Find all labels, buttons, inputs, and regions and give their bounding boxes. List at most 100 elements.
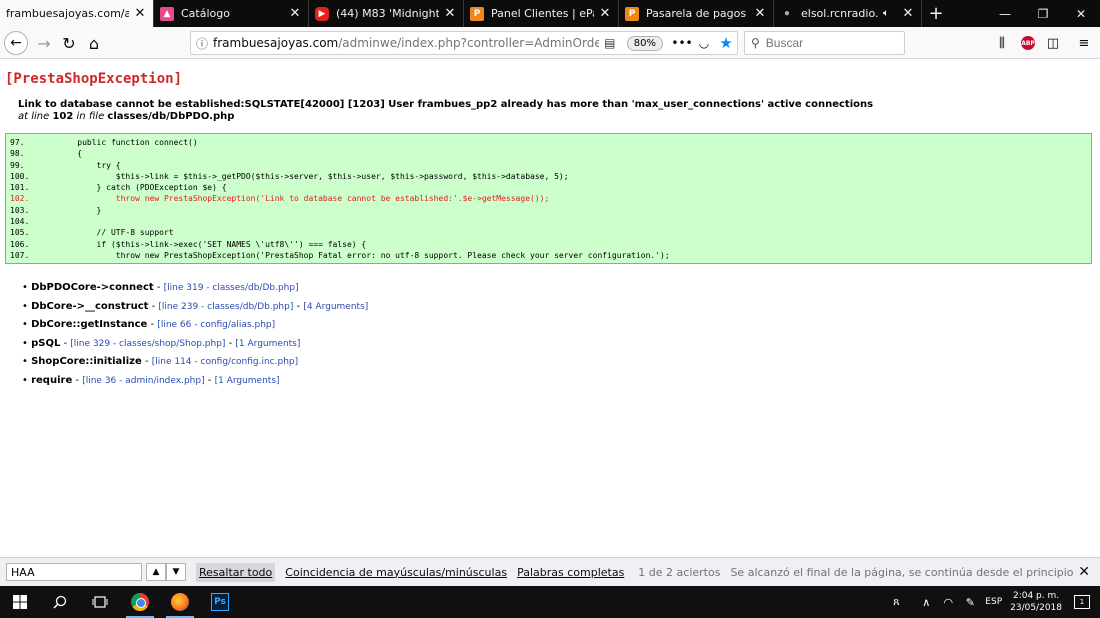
location-line: 102 <box>52 111 74 122</box>
find-previous-button[interactable]: ▲ <box>146 563 166 581</box>
close-icon[interactable]: ✕ <box>133 6 147 21</box>
match-case-toggle[interactable]: Coincidencia de mayúsculas/minúsculas <box>285 566 507 579</box>
tab-epayco-panel[interactable]: P Panel Clientes | ePayco C ✕ <box>464 0 619 27</box>
notification-center-icon[interactable]: 1 <box>1074 595 1090 609</box>
speaker-icon[interactable]: 🔈︎ <box>883 8 897 19</box>
tab-title: Panel Clientes | ePayco C <box>491 7 594 20</box>
reload-button[interactable]: ↻ <box>57 31 81 55</box>
exception-message: Link to database cannot be established:S… <box>18 99 874 110</box>
tab-title: (44) M83 'Midnight City' <box>336 7 439 20</box>
tab-frambuesajoyas[interactable]: frambuesajoyas.com/admin ✕ <box>0 0 154 27</box>
find-bar: ▲ ▼ Resaltar todo Coincidencia de mayúsc… <box>0 557 1100 586</box>
chrome-taskbar-button[interactable] <box>120 586 160 618</box>
language-indicator[interactable]: ESP <box>985 597 1002 607</box>
close-icon[interactable]: ✕ <box>753 6 767 21</box>
code-line: 99. try { <box>10 160 121 170</box>
tab-title: Pasarela de pagos colom <box>646 7 749 20</box>
close-icon[interactable]: ✕ <box>288 6 302 21</box>
chevron-up-icon[interactable]: ∧ <box>915 596 937 609</box>
back-button[interactable]: ← <box>4 31 28 55</box>
adblock-button[interactable]: ABP <box>1016 31 1040 55</box>
photoshop-taskbar-button[interactable]: Ps <box>200 586 240 618</box>
tab-strip: frambuesajoyas.com/admin ✕ ▲ Catálogo ✕ … <box>0 0 1100 27</box>
windows-start-button[interactable] <box>0 586 40 618</box>
page-content: [PrestaShopException] Link to database c… <box>0 60 1100 557</box>
code-excerpt: 97. public function connect() 98. { 99. … <box>5 133 1092 264</box>
wifi-icon[interactable]: ◠ <box>937 596 959 609</box>
code-line-error: 102. throw new PrestaShopException('Link… <box>10 194 550 204</box>
reader-view-icon[interactable]: ▤ <box>599 36 621 50</box>
epayco-icon: P <box>470 6 484 21</box>
code-line: 104. <box>10 217 30 227</box>
find-next-button[interactable]: ▼ <box>166 563 186 581</box>
trace-location-link[interactable]: [line 114 - config/config.inc.php] <box>152 357 298 367</box>
restore-icon[interactable]: ❐ <box>1024 0 1062 27</box>
tab-elsol[interactable]: • elsol.rcnradio.com/ 🔈︎ ✕ <box>774 0 922 27</box>
close-icon[interactable]: ✕ <box>443 6 457 21</box>
code-line: 101. } catch (PDOException $e) { <box>10 183 227 193</box>
code-line: 107. throw new PrestaShopException('Pres… <box>10 250 670 260</box>
trace-location-link[interactable]: [line 319 - classes/db/Db.php] <box>164 283 299 293</box>
trace-location-link[interactable]: [line 66 - config/alias.php] <box>157 320 275 330</box>
system-tray: ጸ ∧ ◠ ✎ ESP 2:04 p. m. 23/05/2018 1 <box>885 586 1100 618</box>
home-button[interactable]: ⌂ <box>82 31 106 55</box>
stack-trace: • DbPDOCore->connect - [line 319 - class… <box>22 282 368 394</box>
code-line: 103. } <box>10 205 102 215</box>
page-actions-icon[interactable]: ••• <box>671 36 693 50</box>
location-in-file: in file <box>76 111 105 122</box>
trace-item: • DbCore::getInstance - [line 66 - confi… <box>22 319 276 331</box>
trace-args-link[interactable]: [1 Arguments] <box>235 339 300 349</box>
task-view-icon[interactable] <box>80 586 120 618</box>
trace-function: DbPDOCore->connect <box>31 282 154 293</box>
library-icon[interactable]: ⫼ <box>990 31 1014 55</box>
clock[interactable]: 2:04 p. m. 23/05/2018 <box>1010 590 1062 614</box>
highlight-all-toggle[interactable]: Resaltar todo <box>196 562 276 582</box>
search-bar[interactable]: ⚲ <box>744 31 905 55</box>
search-input[interactable] <box>765 36 886 50</box>
trace-location-link[interactable]: [line 329 - classes/shop/Shop.php] <box>70 339 225 349</box>
find-status: Se alcanzó el final de la página, se con… <box>730 565 1074 579</box>
tab-epayco-pasarela[interactable]: P Pasarela de pagos colom ✕ <box>619 0 774 27</box>
catalog-favicon-icon: ▲ <box>160 6 174 21</box>
location-prefix: at line <box>18 111 50 122</box>
close-window-icon[interactable]: ✕ <box>1062 0 1100 27</box>
forward-button[interactable]: → <box>32 31 56 55</box>
close-find-bar-icon[interactable]: ✕ <box>1078 564 1090 580</box>
sidebar-icon[interactable]: ◫ <box>1041 31 1065 55</box>
tab-catalogo[interactable]: ▲ Catálogo ✕ <box>154 0 309 27</box>
address-bar[interactable]: ⓘ frambuesajoyas.com/adminwe/index.php?c… <box>190 31 738 55</box>
close-icon[interactable]: ✕ <box>598 6 612 21</box>
url-text[interactable]: frambuesajoyas.com/adminwe/index.php?con… <box>213 36 599 50</box>
trace-location-link[interactable]: [line 36 - admin/index.php] <box>82 376 204 386</box>
chrome-icon <box>131 593 149 611</box>
navigation-toolbar: ← → ↻ ⌂ ⓘ frambuesajoyas.com/adminwe/ind… <box>0 27 1100 59</box>
info-icon[interactable]: ⓘ <box>191 35 213 52</box>
photoshop-icon: Ps <box>211 593 229 611</box>
new-tab-button[interactable]: + <box>922 0 950 27</box>
url-host: frambuesajoyas.com <box>213 36 339 50</box>
windows-taskbar: Ps ጸ ∧ ◠ ✎ ESP 2:04 p. m. 23/05/2018 1 <box>0 586 1100 618</box>
pen-icon[interactable]: ✎ <box>959 596 981 609</box>
find-input[interactable] <box>6 563 142 581</box>
firefox-taskbar-button[interactable] <box>160 586 200 618</box>
trace-item: • DbCore->__construct - [line 239 - clas… <box>22 300 369 312</box>
search-icon[interactable] <box>40 586 80 618</box>
whole-words-toggle[interactable]: Palabras completas <box>517 566 624 579</box>
zoom-indicator[interactable]: 80% <box>626 35 663 51</box>
pocket-icon[interactable]: ◡ <box>693 36 715 50</box>
trace-args-link[interactable]: [1 Arguments] <box>215 376 280 386</box>
tab-title: Catálogo <box>181 7 230 20</box>
trace-args-link[interactable]: [4 Arguments] <box>303 302 368 312</box>
people-icon[interactable]: ጸ <box>885 595 907 609</box>
menu-icon[interactable]: ≡ <box>1072 31 1096 55</box>
tab-youtube[interactable]: ▶ (44) M83 'Midnight City' ✕ <box>309 0 464 27</box>
exception-location: at line 102 in file classes/db/DbPDO.php <box>18 111 234 122</box>
code-line: 105. // UTF-8 support <box>10 228 174 238</box>
clock-time: 2:04 p. m. <box>1012 591 1060 601</box>
youtube-icon: ▶ <box>315 6 329 21</box>
adblock-icon: ABP <box>1021 36 1035 50</box>
minimize-icon[interactable]: — <box>986 0 1024 27</box>
trace-location-link[interactable]: [line 239 - classes/db/Db.php] <box>158 302 293 312</box>
close-icon[interactable]: ✕ <box>901 6 915 21</box>
bookmark-star-icon[interactable]: ★ <box>715 34 737 52</box>
